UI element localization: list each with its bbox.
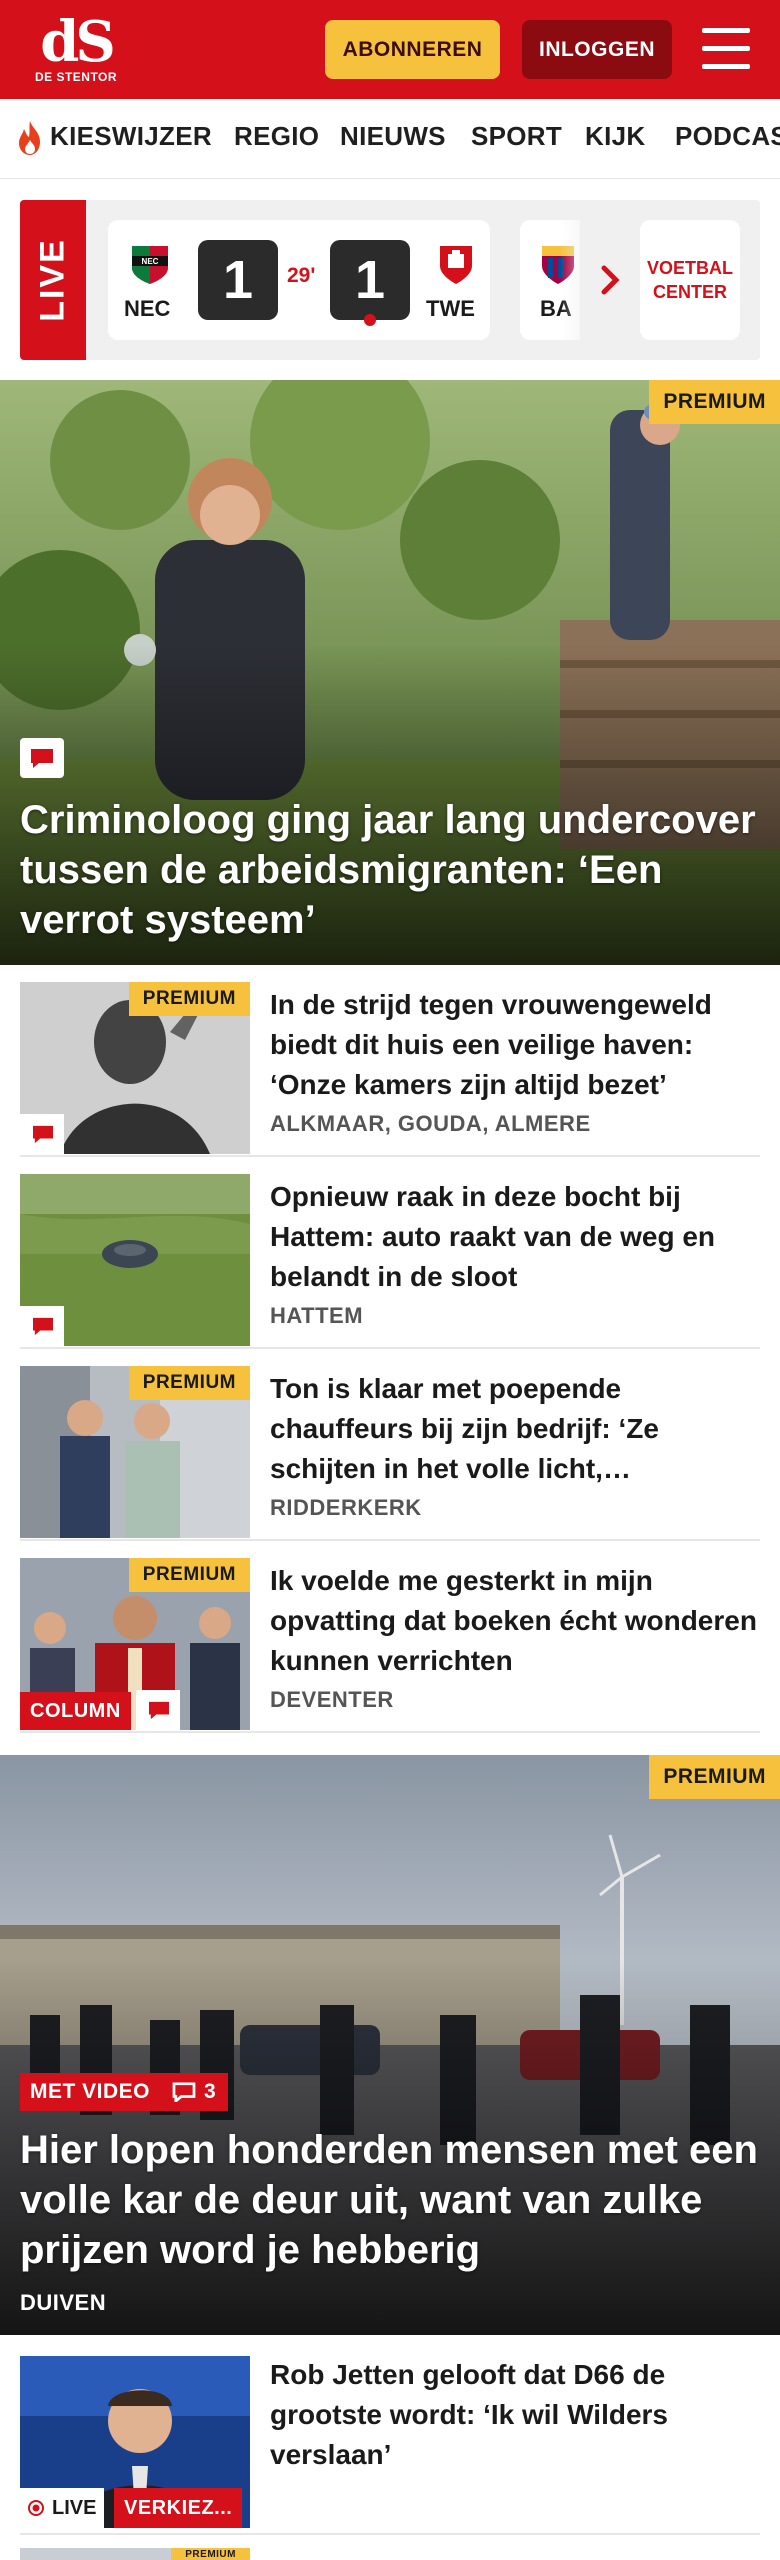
live-label: LIVE bbox=[20, 200, 86, 360]
menu-icon[interactable] bbox=[698, 24, 754, 74]
list-item[interactable]: PREMIUM In de strijd tegen vrouwengeweld… bbox=[20, 965, 760, 1157]
away-team-abbr: TWE bbox=[426, 296, 475, 321]
comment-count: 3 bbox=[204, 2080, 217, 2103]
list-item[interactable]: LIVE VERKIEZ... Rob Jetten gelooft dat D… bbox=[20, 2335, 760, 2535]
nav-item-nieuws[interactable]: NIEUWS bbox=[340, 121, 446, 152]
nav-item-kieswijzer[interactable]: KIESWIJZER bbox=[50, 121, 212, 152]
flame-icon bbox=[19, 121, 40, 155]
premium-badge: PREMIUM bbox=[128, 1366, 250, 1400]
video-label: MET VIDEO bbox=[20, 2073, 161, 2111]
article-title[interactable]: Rob Jetten gelooft dat D66 de grootste w… bbox=[270, 2355, 760, 2475]
list-item[interactable]: Opnieuw raak in deze bocht bij Hattem: a… bbox=[20, 1157, 760, 1349]
premium-badge: PREMIUM bbox=[171, 2548, 250, 2560]
live-dot-icon bbox=[28, 2500, 44, 2516]
article-thumbnail: PREMIUM bbox=[20, 1366, 250, 1538]
twente-logo-icon bbox=[440, 246, 472, 284]
nav-item-regio[interactable]: REGIO bbox=[234, 121, 319, 152]
site-logo[interactable]: dS DE STENTOR bbox=[28, 12, 124, 90]
premium-badge: PREMIUM bbox=[128, 1558, 250, 1592]
comment-icon bbox=[172, 2082, 196, 2102]
article-thumbnail: PREMIUM bbox=[20, 982, 250, 1154]
featured-article[interactable]: PREMIUM MET VIDEO 3 Hier lopen honderden… bbox=[0, 1755, 780, 2335]
home-score: 1 bbox=[198, 240, 278, 320]
comment-icon bbox=[136, 1690, 180, 1730]
comment-icon bbox=[20, 738, 64, 778]
login-button[interactable]: INLOGGEN bbox=[522, 20, 672, 79]
article-title[interactable]: Opnieuw raak in deze bocht bij Hattem: a… bbox=[270, 1177, 760, 1297]
list-item[interactable]: PREMIUM COLUMN Ik voelde me gesterkt in … bbox=[20, 1541, 760, 1733]
section-nav: KIESWIJZER REGIO NIEUWS SPORT KIJK PODCA… bbox=[0, 99, 780, 179]
premium-badge: PREMIUM bbox=[649, 380, 780, 424]
nav-item-podcasts[interactable]: PODCAS bbox=[675, 121, 780, 152]
match-card[interactable]: NEC NEC 1 29' 1 TWE bbox=[108, 220, 490, 340]
comment-count-badge[interactable]: 3 bbox=[160, 2073, 229, 2111]
comment-icon bbox=[20, 1306, 64, 1346]
svg-text:NEC: NEC bbox=[142, 257, 159, 266]
nav-item-sport[interactable]: SPORT bbox=[471, 121, 562, 152]
list-item[interactable]: PREMIUM Ton is klaar met poepende chauff… bbox=[20, 1349, 760, 1541]
logo-mark: dS bbox=[40, 9, 116, 75]
subscribe-button[interactable]: ABONNEREN bbox=[325, 20, 500, 79]
live-scores-strip: LIVE NEC NEC 1 29' 1 TWE BA VOETBAL CENT… bbox=[20, 200, 760, 360]
top-bar: dS DE STENTOR ABONNEREN INLOGGEN bbox=[0, 0, 780, 99]
goal-indicator bbox=[364, 314, 376, 326]
article-location: HATTEM bbox=[270, 1303, 364, 1328]
nav-item-kijk[interactable]: KIJK bbox=[585, 121, 645, 152]
live-badge: LIVE bbox=[20, 2488, 105, 2528]
article-thumbnail: LIVE VERKIEZ... bbox=[20, 2356, 250, 2528]
comment-icon bbox=[20, 1114, 64, 1154]
hero-article[interactable]: PREMIUM Criminoloog ging jaar lang under… bbox=[0, 380, 780, 965]
article-location: ALKMAAR, GOUDA, ALMERE bbox=[270, 1111, 591, 1136]
article-thumbnail bbox=[20, 1174, 250, 1346]
article-thumbnail: PREMIUM COLUMN bbox=[20, 1558, 250, 1730]
article-title[interactable]: Ik voelde me gesterkt in mijn opvatting … bbox=[270, 1561, 760, 1681]
voetbal-center-button[interactable]: VOETBAL CENTER bbox=[640, 220, 740, 340]
premium-badge: PREMIUM bbox=[128, 982, 250, 1016]
logo-text: DE STENTOR bbox=[34, 70, 118, 84]
article-thumbnail: PREMIUM bbox=[20, 2548, 250, 2560]
featured-location: DUIVEN bbox=[20, 2290, 107, 2315]
article-title[interactable]: Ton is klaar met poepende chauffeurs bij… bbox=[270, 1369, 760, 1489]
election-tag: VERKIEZ... bbox=[114, 2488, 243, 2528]
nec-logo-icon: NEC bbox=[132, 246, 168, 284]
column-label: COLUMN bbox=[20, 1692, 131, 1730]
article-location: RIDDERKERK bbox=[270, 1495, 422, 1520]
match-minute: 29' bbox=[287, 264, 316, 287]
article-title[interactable]: In de strijd tegen vrouwengeweld biedt d… bbox=[270, 985, 760, 1105]
home-team-abbr: NEC bbox=[124, 296, 171, 321]
premium-badge: PREMIUM bbox=[649, 1755, 780, 1799]
away-score: 1 bbox=[330, 240, 410, 320]
article-location: DEVENTER bbox=[270, 1687, 394, 1712]
featured-title[interactable]: Hier lopen honderden mensen met een voll… bbox=[20, 2125, 760, 2275]
hero-title[interactable]: Criminoloog ging jaar lang undercover tu… bbox=[20, 795, 760, 945]
chevron-right-icon[interactable] bbox=[590, 260, 630, 300]
